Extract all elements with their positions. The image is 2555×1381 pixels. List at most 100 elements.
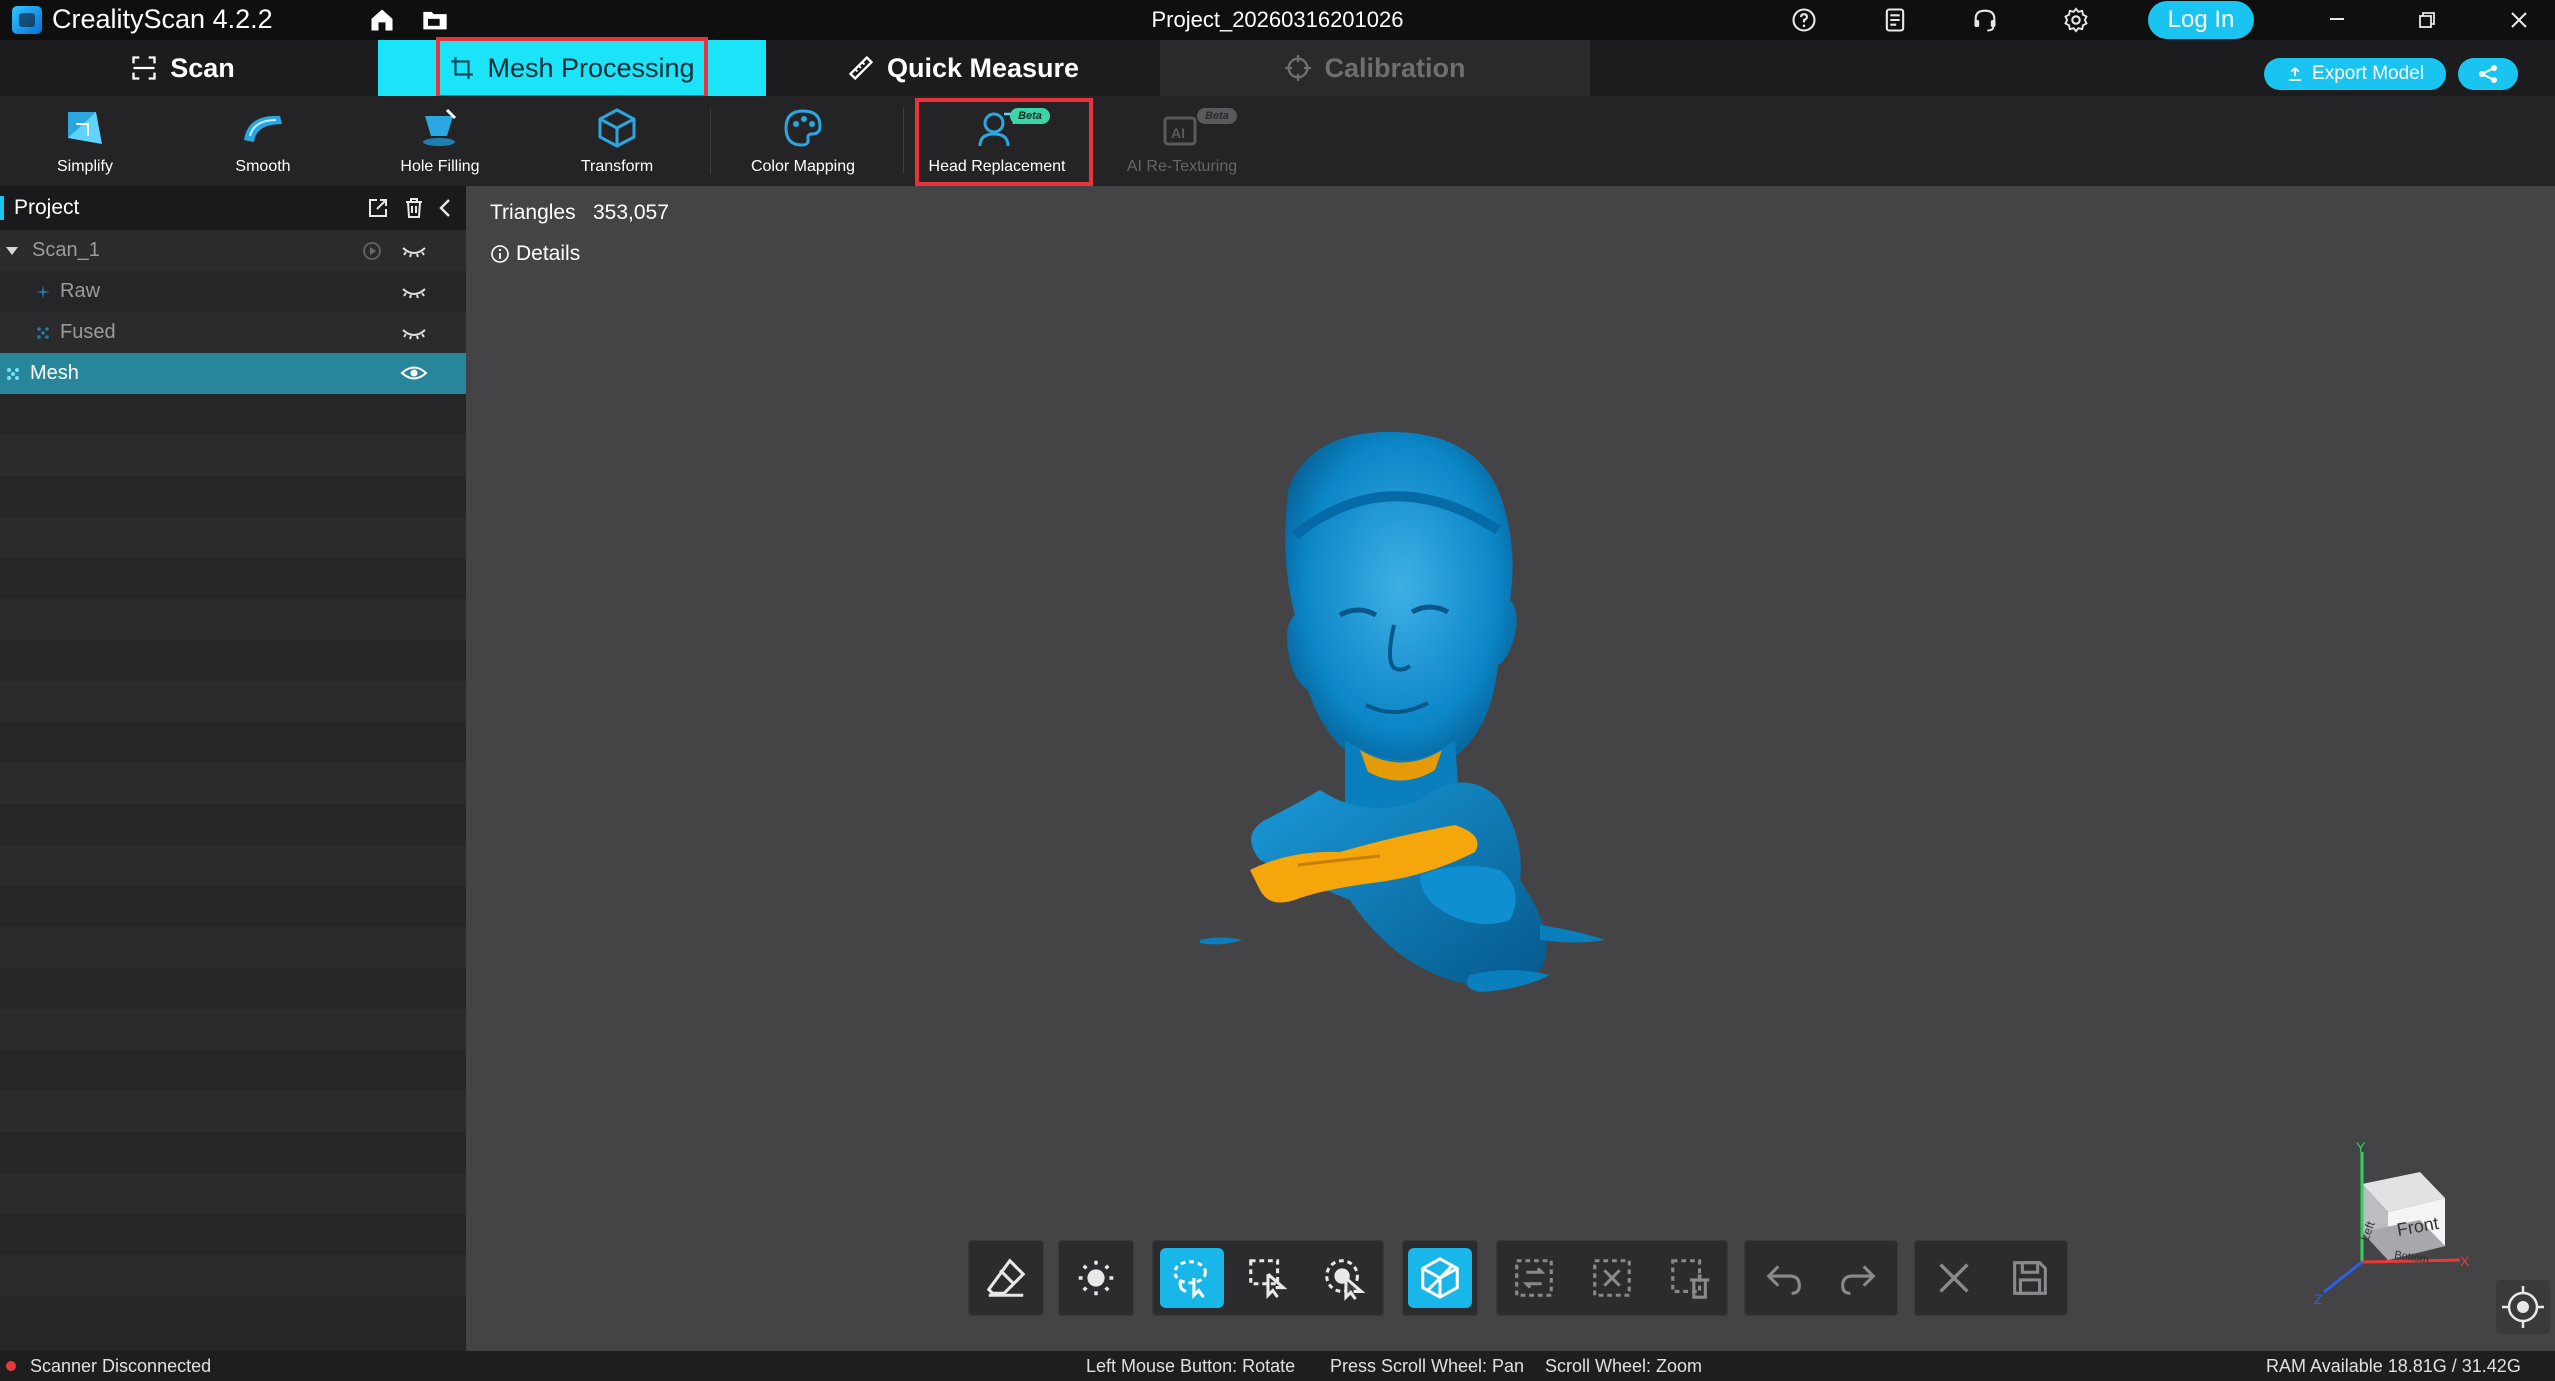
support-headset-icon[interactable] [1971, 6, 1999, 34]
tab-mesh-label: Mesh Processing [487, 52, 695, 83]
hidden-eye-icon[interactable] [400, 279, 428, 303]
scanner-status-dot [6, 1361, 16, 1371]
main-tabs: Scan Mesh Processing Quick Measure Calib… [0, 37, 2555, 99]
tree-empty-row [0, 681, 466, 722]
through-select-tool[interactable] [1408, 1248, 1472, 1308]
hidden-eye-icon[interactable] [400, 238, 428, 262]
tree-empty-row [0, 517, 466, 558]
home-icon[interactable] [368, 6, 396, 34]
accent-bar [0, 196, 4, 220]
transform-tool[interactable]: Transform [532, 96, 702, 186]
help-icon[interactable] [1790, 6, 1818, 34]
orientation-gizmo[interactable]: Y X Z Front Left Bottom [2310, 1140, 2470, 1310]
share-button[interactable] [2458, 58, 2518, 90]
tab-scan[interactable]: Scan [0, 40, 365, 96]
tree-empty-row [0, 804, 466, 845]
hole-filling-label: Hole Filling [400, 158, 480, 175]
tree-empty-row [0, 927, 466, 968]
hint-rotate: Left Mouse Button: Rotate [1086, 1356, 1296, 1376]
rect-select-tool[interactable] [1236, 1248, 1300, 1308]
settings-gear-icon[interactable] [2062, 6, 2090, 34]
smooth-tool[interactable]: Smooth [178, 96, 348, 186]
tree-item-scan-1[interactable]: Scan_1 [0, 230, 466, 271]
tree-item-fused[interactable]: Fused [0, 312, 466, 353]
tab-calibration[interactable]: Calibration [1160, 40, 1590, 96]
tab-mesh-processing[interactable]: Mesh Processing [378, 37, 766, 99]
tree-item-label: Scan_1 [32, 239, 100, 261]
project-panel: Project Scan_1 Raw Fused Mesh [0, 186, 466, 1351]
notes-icon[interactable] [1881, 6, 1909, 34]
restore-window-icon[interactable] [2383, 0, 2473, 40]
project-name: Project_20260316201026 [1151, 7, 1404, 32]
mesh-icon [7, 368, 19, 380]
visible-eye-icon[interactable] [400, 361, 428, 385]
reset-view-target-icon[interactable] [2496, 1280, 2550, 1334]
export-icon [2289, 67, 2302, 81]
lasso-select-tool[interactable] [1160, 1248, 1224, 1308]
tab-scan-label: Scan [170, 52, 235, 83]
export-model-button[interactable]: Export Model [2264, 58, 2446, 90]
invert-selection-icon [1515, 1259, 1553, 1297]
crosshair-icon [1285, 55, 1312, 81]
simplify-label: Simplify [56, 158, 113, 175]
scanned-mesh-model[interactable] [1180, 420, 1660, 1010]
title-bar: CrealityScan 4.2.2 Project_2026031620102… [0, 0, 2555, 40]
tools-toolbar: Simplify Smooth Hole Filling Transform C… [0, 96, 2555, 186]
brush-select-tool[interactable] [1312, 1248, 1376, 1308]
tab-quick-measure-label: Quick Measure [886, 52, 1080, 83]
tree-empty-row [0, 1132, 466, 1173]
head-replacement-label: Head Replacement [928, 158, 1066, 175]
app-title: CrealityScan 4.2.2 [52, 4, 273, 34]
cancel-button[interactable] [1922, 1248, 1986, 1308]
simplify-tool[interactable]: Simplify [0, 96, 170, 186]
hidden-eye-icon[interactable] [400, 320, 428, 344]
ruler-icon [848, 55, 874, 81]
ai-retexturing-label: AI Re-Texturing [1126, 158, 1238, 175]
close-window-icon[interactable] [2473, 0, 2555, 40]
tree-empty-row [0, 1255, 466, 1296]
play-circle-icon[interactable] [362, 241, 382, 261]
details-toggle[interactable]: Details [490, 242, 580, 266]
lasso-select-icon [1173, 1260, 1207, 1299]
project-panel-header: Project [0, 186, 466, 230]
invert-selection-tool[interactable] [1502, 1248, 1566, 1308]
tree-item-mesh[interactable]: Mesh [0, 353, 466, 394]
gizmo-bottom-face[interactable]: Bottom [2394, 1249, 2430, 1266]
tree-empty-row [0, 599, 466, 640]
hole-filling-tool[interactable]: Hole Filling [355, 96, 525, 186]
lighting-tool[interactable] [1064, 1248, 1128, 1308]
expand-caret-icon[interactable] [4, 243, 20, 259]
undo-button[interactable] [1752, 1248, 1816, 1308]
simplify-icon [68, 112, 102, 144]
rectangle-select-icon [1249, 1259, 1288, 1299]
app-logo-icon [12, 6, 42, 34]
head-replacement-tool[interactable]: Beta Head Replacement [912, 96, 1093, 186]
folder-icon[interactable] [421, 6, 449, 34]
color-mapping-label: Color Mapping [750, 158, 856, 175]
see-through-cube-icon [1421, 1257, 1459, 1299]
delete-selection-tool[interactable] [1658, 1248, 1722, 1308]
tree-empty-row [0, 1214, 466, 1255]
login-button[interactable]: Log In [2148, 1, 2254, 39]
tab-quick-measure[interactable]: Quick Measure [768, 40, 1158, 96]
save-button[interactable] [1998, 1248, 2062, 1308]
tree-empty-row [0, 1296, 466, 1337]
tree-empty-row [0, 1091, 466, 1132]
delete-trash-icon[interactable] [402, 196, 426, 220]
beta-badge: Beta [1010, 108, 1050, 124]
color-mapping-tool[interactable]: Color Mapping [718, 96, 888, 186]
redo-button[interactable] [1826, 1248, 1890, 1308]
tree-empty-row [0, 968, 466, 1009]
ai-retexturing-tool[interactable]: AI Beta AI Re-Texturing [1097, 96, 1267, 186]
tree-empty-row [0, 1009, 466, 1050]
tree-item-raw[interactable]: Raw [0, 271, 466, 312]
hint-pan: Press Scroll Wheel: Pan [1330, 1356, 1525, 1376]
import-icon[interactable] [366, 196, 390, 220]
minimize-icon[interactable] [2292, 0, 2382, 40]
brush-select-icon [1325, 1259, 1366, 1301]
tree-empty-row [0, 394, 466, 435]
eraser-tool[interactable] [974, 1248, 1038, 1308]
eraser-icon [986, 1258, 1026, 1297]
deselect-tool[interactable] [1580, 1248, 1644, 1308]
collapse-chevron-left-icon[interactable] [434, 196, 458, 220]
